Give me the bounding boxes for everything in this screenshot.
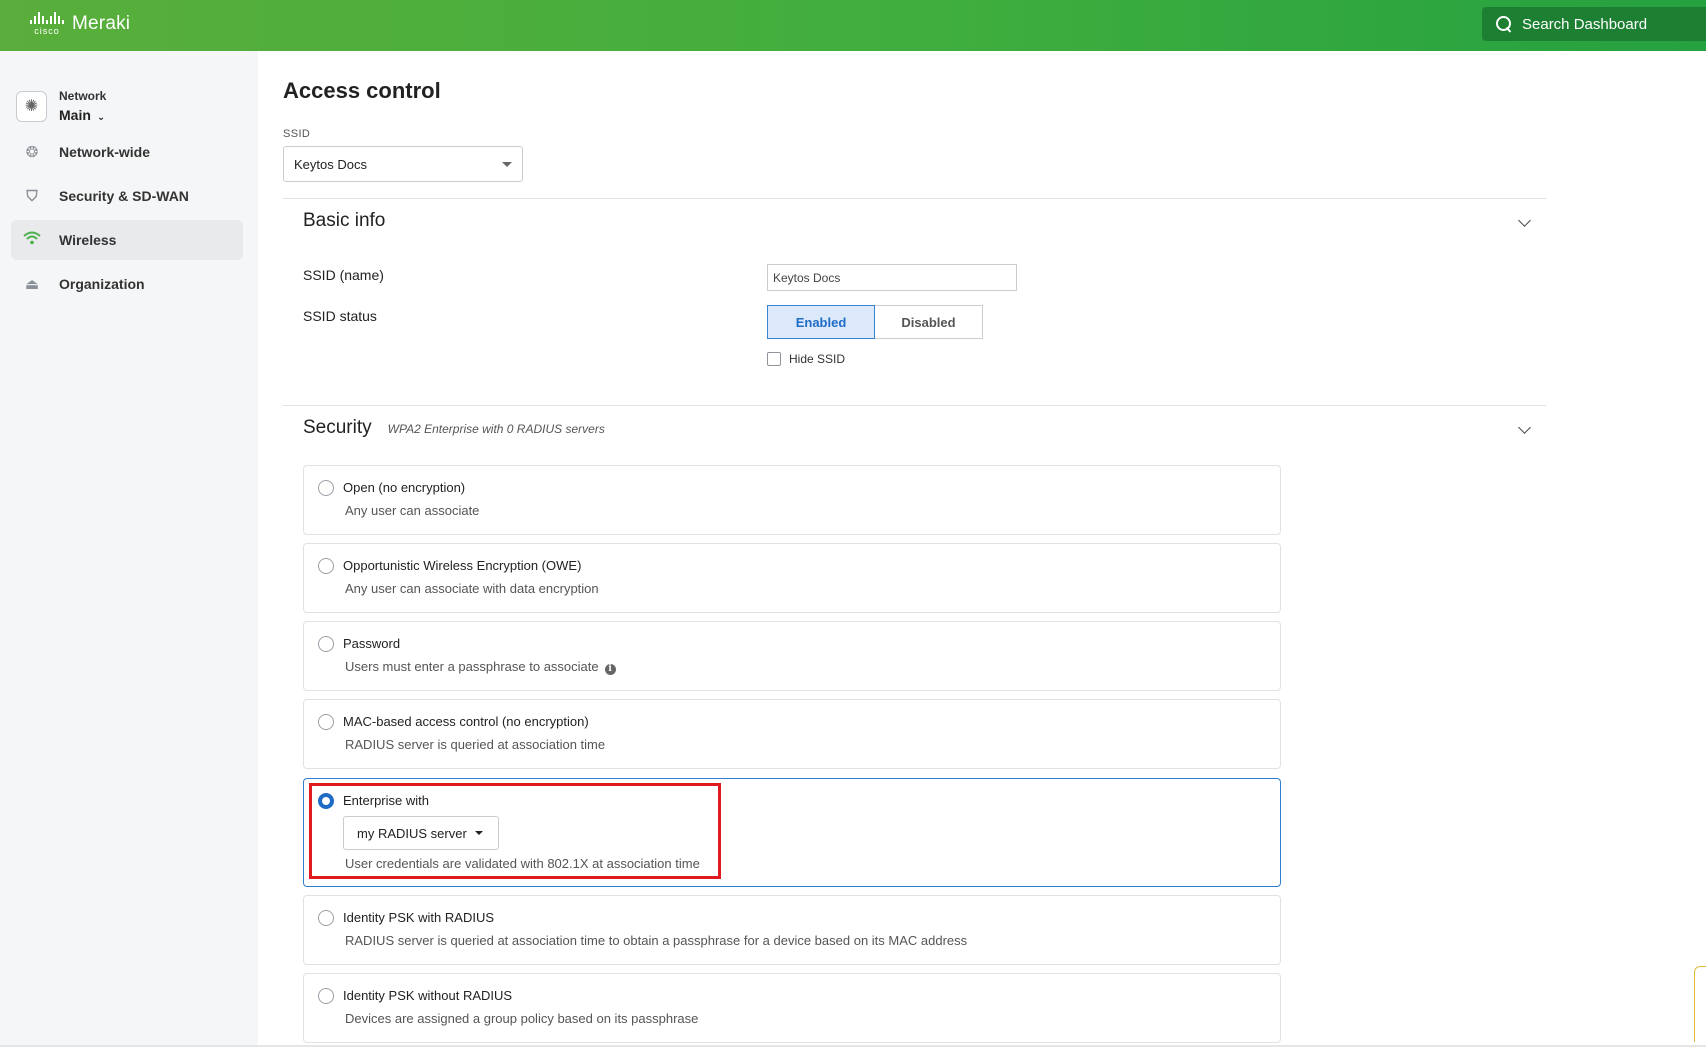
sidebar-item-label: Wireless xyxy=(59,232,117,248)
search-dashboard-button[interactable]: Search Dashboard xyxy=(1482,7,1706,41)
search-label: Search Dashboard xyxy=(1522,15,1648,33)
sidebar-item-security-sd-wan[interactable]: ⛉ Security & SD-WAN xyxy=(11,176,243,216)
meraki-logo[interactable]: cisco Meraki xyxy=(30,12,130,36)
security-option-open[interactable]: Open (no encryption) Any user can associ… xyxy=(303,465,1281,535)
hide-ssid-row: Hide SSID xyxy=(767,352,845,366)
search-icon xyxy=(1496,16,1512,32)
sidebar-item-wireless[interactable]: Wireless xyxy=(11,220,243,260)
ssid-select[interactable]: Keytos Docs xyxy=(283,146,523,182)
top-bar: cisco Meraki Search Dashboard xyxy=(0,0,1706,51)
option-description: Devices are assigned a group policy base… xyxy=(345,1011,699,1026)
radio-button[interactable] xyxy=(318,714,334,730)
network-wide-icon: ❂ xyxy=(25,144,39,161)
option-title: Opportunistic Wireless Encryption (OWE) xyxy=(343,558,582,573)
sidebar-item-network-wide[interactable]: ❂ Network-wide xyxy=(11,132,243,172)
network-icon: ✺ xyxy=(16,90,47,122)
option-title: Identity PSK without RADIUS xyxy=(343,988,513,1003)
ssid-status-toggle: Enabled Disabled xyxy=(767,305,983,339)
organization-icon: ⏏ xyxy=(24,276,40,293)
radio-button[interactable] xyxy=(318,558,334,574)
option-description: Any user can associate xyxy=(345,503,480,518)
basic-info-title[interactable]: Basic info xyxy=(303,201,385,241)
main-content: Access control SSID Keytos Docs Basic in… xyxy=(258,51,1706,1047)
sidebar-item-organization[interactable]: ⏏ Organization xyxy=(11,264,243,304)
ssid-name-label: SSID (name) xyxy=(303,267,384,283)
radius-server-dropdown[interactable]: my RADIUS server xyxy=(343,816,499,850)
sidebar-item-label: Security & SD-WAN xyxy=(59,188,189,204)
network-selector[interactable]: ✺ Network Main ⌄ xyxy=(16,89,106,123)
cisco-wordmark: cisco xyxy=(34,26,60,36)
hide-ssid-checkbox[interactable] xyxy=(767,352,781,366)
option-title: Identity PSK with RADIUS xyxy=(343,910,494,925)
option-description: User credentials are validated with 802.… xyxy=(345,856,700,871)
option-title: Password xyxy=(343,636,401,651)
option-description: RADIUS server is queried at association … xyxy=(345,933,968,948)
option-description: Users must enter a passphrase to associa… xyxy=(345,659,616,675)
radio-button[interactable] xyxy=(318,910,334,926)
help-widget-edge[interactable] xyxy=(1694,966,1706,1042)
radius-server-value: my RADIUS server xyxy=(357,825,467,841)
network-name: Main ⌄ xyxy=(59,107,106,123)
option-title: Open (no encryption) xyxy=(343,480,466,495)
option-title: MAC-based access control (no encryption) xyxy=(343,714,589,729)
radio-button-selected[interactable] xyxy=(318,793,334,809)
ssid-status-label: SSID status xyxy=(303,308,377,324)
option-description: Any user can associate with data encrypt… xyxy=(345,581,599,596)
caret-down-icon xyxy=(502,162,512,167)
security-subtitle: WPA2 Enterprise with 0 RADIUS servers xyxy=(387,422,605,436)
security-option-ipsk-radius[interactable]: Identity PSK with RADIUS RADIUS server i… xyxy=(303,895,1281,965)
ssid-select-value: Keytos Docs xyxy=(294,156,367,172)
sidebar-item-label: Organization xyxy=(59,276,145,292)
cisco-bars-icon xyxy=(30,12,64,24)
security-option-mac-based[interactable]: MAC-based access control (no encryption)… xyxy=(303,699,1281,769)
security-option-owe[interactable]: Opportunistic Wireless Encryption (OWE) … xyxy=(303,543,1281,613)
security-option-enterprise[interactable]: Enterprise with my RADIUS server User cr… xyxy=(303,778,1281,887)
chevron-down-icon: ⌄ xyxy=(96,112,106,123)
security-option-ipsk-no-radius[interactable]: Identity PSK without RADIUS Devices are … xyxy=(303,973,1281,1043)
radio-button[interactable] xyxy=(318,636,334,652)
sidebar: ✺ Network Main ⌄ ❂ Network-wide ⛉ Securit… xyxy=(0,51,258,1047)
chevron-down-icon[interactable] xyxy=(1518,214,1531,227)
shield-icon: ⛉ xyxy=(26,187,38,205)
radio-button[interactable] xyxy=(318,480,334,496)
option-title: Enterprise with xyxy=(343,793,429,808)
caret-down-icon xyxy=(474,831,483,835)
wifi-icon xyxy=(21,231,43,249)
disabled-button[interactable]: Disabled xyxy=(875,305,983,339)
info-icon[interactable]: i xyxy=(604,664,616,675)
option-description: RADIUS server is queried at association … xyxy=(345,737,606,752)
chevron-down-icon[interactable] xyxy=(1518,421,1531,434)
enabled-button[interactable]: Enabled xyxy=(767,305,875,339)
divider xyxy=(283,405,1546,406)
ssid-name-input[interactable] xyxy=(767,264,1017,291)
security-option-password[interactable]: Password Users must enter a passphrase t… xyxy=(303,621,1281,691)
ssid-select-label: SSID xyxy=(283,128,311,140)
page-title: Access control xyxy=(283,78,441,103)
sidebar-item-label: Network-wide xyxy=(59,144,151,160)
hide-ssid-label: Hide SSID xyxy=(789,352,846,366)
radio-button[interactable] xyxy=(318,988,334,1004)
cisco-logo: cisco xyxy=(30,12,64,36)
product-wordmark: Meraki xyxy=(72,13,131,34)
divider xyxy=(283,198,1546,199)
network-label: Network xyxy=(59,89,107,103)
security-title[interactable]: Security WPA2 Enterprise with 0 RADIUS se… xyxy=(303,408,605,448)
